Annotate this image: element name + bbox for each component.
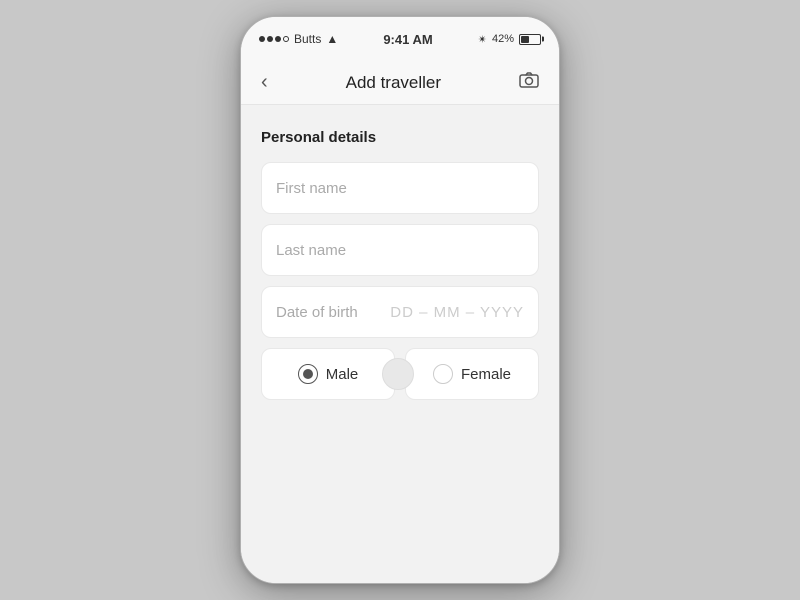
first-name-field[interactable] xyxy=(261,162,539,214)
signal-dot-1 xyxy=(259,36,265,42)
gender-male-option[interactable]: Male xyxy=(261,348,395,400)
gender-row: Male Female xyxy=(261,348,539,400)
dob-placeholder: DD – MM – YYYY xyxy=(390,304,524,321)
dob-field[interactable]: Date of birth DD – MM – YYYY xyxy=(261,286,539,338)
signal-dot-3 xyxy=(275,36,281,42)
nav-title: Add traveller xyxy=(346,73,441,93)
male-radio-inner xyxy=(303,369,313,379)
section-title: Personal details xyxy=(261,129,539,146)
carrier-label: Butts xyxy=(294,32,321,46)
female-label: Female xyxy=(461,366,511,383)
battery-fill xyxy=(521,36,529,43)
nav-bar: ‹ Add traveller xyxy=(241,61,559,105)
phone-frame: Butts ▲ 9:41 AM ✴ 42% ‹ Add traveller Pe… xyxy=(240,16,560,584)
status-bar-left: Butts ▲ xyxy=(259,32,338,46)
camera-button[interactable] xyxy=(515,68,543,97)
battery-icon xyxy=(519,34,541,45)
content-area: Personal details Date of birth DD – MM –… xyxy=(241,105,559,583)
status-bar: Butts ▲ 9:41 AM ✴ 42% xyxy=(241,17,559,61)
status-bar-right: ✴ 42% xyxy=(478,33,541,46)
first-name-input[interactable] xyxy=(276,180,524,197)
male-label: Male xyxy=(326,366,359,383)
signal-dot-2 xyxy=(267,36,273,42)
gender-drag-handle[interactable] xyxy=(382,358,414,390)
wifi-icon: ▲ xyxy=(326,32,338,46)
battery-percent: 42% xyxy=(492,33,514,45)
status-bar-time: 9:41 AM xyxy=(383,32,432,47)
signal-dot-4 xyxy=(283,36,289,42)
dob-label: Date of birth xyxy=(276,304,358,321)
bluetooth-icon: ✴ xyxy=(478,33,487,46)
gender-female-option[interactable]: Female xyxy=(405,348,539,400)
male-radio-circle xyxy=(298,364,318,384)
last-name-input[interactable] xyxy=(276,242,524,259)
back-button[interactable]: ‹ xyxy=(257,67,272,98)
last-name-field[interactable] xyxy=(261,224,539,276)
signal-dots xyxy=(259,36,289,42)
female-radio-circle xyxy=(433,364,453,384)
